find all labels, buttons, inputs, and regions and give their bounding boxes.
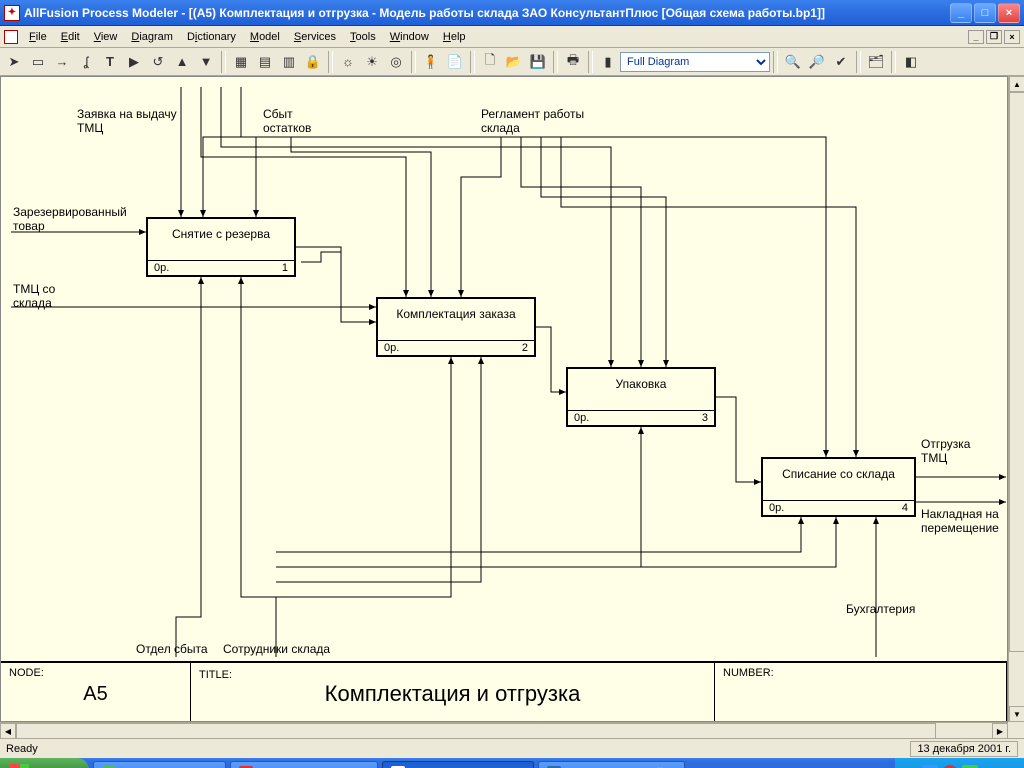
zoom-fit-icon[interactable]: 🔍 bbox=[782, 51, 804, 73]
tool-a-icon[interactable]: ▦ bbox=[230, 51, 252, 73]
label-reglament: Регламент работы склада bbox=[481, 107, 584, 135]
goto-child-icon[interactable]: ▶ bbox=[123, 51, 145, 73]
mdi-sys-icon[interactable] bbox=[4, 30, 18, 44]
mdi-minimize-button[interactable]: _ bbox=[968, 30, 984, 44]
minimize-button[interactable]: _ bbox=[950, 3, 972, 23]
report-icon[interactable]: ▮ bbox=[597, 51, 619, 73]
goto-sibling-up-icon[interactable]: ▲ bbox=[171, 51, 193, 73]
windows-flag-icon bbox=[10, 764, 30, 768]
model-explorer-icon[interactable]: 🗂 bbox=[865, 51, 887, 73]
diagram-canvas[interactable]: Заявка на выдачу ТМЦ Сбыт остатков Регла… bbox=[0, 76, 1008, 722]
open-icon[interactable]: 📂 bbox=[503, 51, 525, 73]
node-value: A5 bbox=[9, 679, 182, 706]
taskbar-item-2[interactable]: :: Online-версия Кон... bbox=[230, 761, 378, 768]
label-nakladnaya: Накладная на перемещение bbox=[921, 507, 999, 535]
label-zayavka: Заявка на выдачу ТМЦ bbox=[77, 107, 177, 135]
squiggle-tool-icon[interactable]: ʆ bbox=[75, 51, 97, 73]
menu-edit[interactable]: Edit bbox=[54, 29, 87, 45]
menu-window[interactable]: Window bbox=[383, 29, 436, 45]
taskbar-item-4[interactable]: Диплом Складской ... bbox=[538, 761, 685, 768]
title-label: TITLE: bbox=[199, 669, 232, 681]
print-icon[interactable]: 🖶 bbox=[562, 51, 584, 73]
label-reserved: Зарезервированный товар bbox=[13, 205, 127, 233]
scroll-right-icon[interactable]: ▶ bbox=[992, 723, 1008, 738]
menu-model[interactable]: Model bbox=[243, 29, 287, 45]
toolbar: ➤ ▭ → ʆ T ▶ ↺ ▲ ▼ ▦ ▤ ▥ 🔒 ☼ ☀ ◎ 🧍 📄 🗋 📂 … bbox=[0, 48, 1024, 76]
menu-tools[interactable]: Tools bbox=[343, 29, 383, 45]
menu-view[interactable]: View bbox=[87, 29, 125, 45]
goto-sibling-down-icon[interactable]: ▼ bbox=[195, 51, 217, 73]
node-label: NODE: bbox=[9, 667, 182, 679]
arrow-tool-icon[interactable]: → bbox=[51, 51, 73, 73]
taskbar: пуск Результаты поиска :: Online-версия … bbox=[0, 758, 1024, 768]
tool-b-icon[interactable]: ▤ bbox=[254, 51, 276, 73]
activity-box-2[interactable]: Комплектация заказа 0р.2 bbox=[376, 297, 536, 357]
tool-f-icon[interactable]: ◎ bbox=[385, 51, 407, 73]
system-tray: RU 21:14 bbox=[895, 758, 1024, 768]
menu-diagram[interactable]: Diagram bbox=[124, 29, 180, 45]
label-otdel: Отдел сбыта bbox=[136, 642, 208, 656]
save-icon[interactable]: 💾 bbox=[527, 51, 549, 73]
activity-name: Комплектация заказа bbox=[378, 299, 534, 321]
pointer-tool-icon[interactable]: ➤ bbox=[3, 51, 25, 73]
lock-icon[interactable]: 🔒 bbox=[302, 51, 324, 73]
scroll-up-icon[interactable]: ▲ bbox=[1009, 76, 1024, 92]
goto-parent-icon[interactable]: ↺ bbox=[147, 51, 169, 73]
menu-help[interactable]: Help bbox=[436, 29, 473, 45]
activity-name: Снятие с резерва bbox=[148, 219, 294, 241]
tool-e-icon[interactable]: ☀ bbox=[361, 51, 383, 73]
misc-icon[interactable]: ◧ bbox=[900, 51, 922, 73]
arrows-layer bbox=[1, 77, 1007, 721]
activity-box-4[interactable]: Списание со склада 0р.4 bbox=[761, 457, 916, 517]
status-ready: Ready bbox=[6, 743, 38, 755]
scroll-thumb[interactable] bbox=[1009, 92, 1024, 652]
new-icon[interactable]: 🗋 bbox=[479, 51, 501, 73]
activity-name: Списание со склада bbox=[763, 459, 914, 481]
taskbar-item-1[interactable]: Результаты поиска bbox=[93, 761, 226, 768]
spellcheck-icon[interactable]: ✔ bbox=[830, 51, 852, 73]
text-tool-icon[interactable]: T bbox=[99, 51, 121, 73]
number-label: NUMBER: bbox=[723, 667, 998, 679]
start-button[interactable]: пуск bbox=[0, 758, 89, 768]
menu-services[interactable]: Services bbox=[287, 29, 343, 45]
label-otgruzka: Отгрузка ТМЦ bbox=[921, 437, 970, 465]
horizontal-scrollbar[interactable]: ◀ ▶ bbox=[0, 722, 1008, 738]
menu-dictionary[interactable]: Dictionary bbox=[180, 29, 243, 45]
status-date: 13 декабря 2001 г. bbox=[910, 741, 1018, 757]
scroll-thumb[interactable] bbox=[16, 723, 936, 738]
title-value: Комплектация и отгрузка bbox=[199, 681, 706, 707]
tool-h-icon[interactable]: 📄 bbox=[444, 51, 466, 73]
status-bar: Ready 13 декабря 2001 г. bbox=[0, 738, 1024, 758]
label-tmc: ТМЦ со склада bbox=[13, 282, 55, 310]
label-sbyt: Сбыт остатков bbox=[263, 107, 311, 135]
menu-bar: File Edit View Diagram Dictionary Model … bbox=[0, 26, 1024, 48]
vertical-scrollbar[interactable]: ▲ ▼ bbox=[1008, 76, 1024, 722]
window-titlebar: ✦ AllFusion Process Modeler - [(А5) Комп… bbox=[0, 0, 1024, 26]
diagram-info-strip: NODE: A5 TITLE: Комплектация и отгрузка … bbox=[1, 661, 1007, 721]
menu-file[interactable]: File bbox=[22, 29, 54, 45]
label-sotrudniki: Сотрудники склада bbox=[223, 642, 330, 656]
zoom-select[interactable]: Full Diagram bbox=[620, 52, 770, 72]
activity-box-3[interactable]: Упаковка 0р.3 bbox=[566, 367, 716, 427]
window-title: AllFusion Process Modeler - [(А5) Компле… bbox=[24, 6, 950, 20]
mdi-close-button[interactable]: × bbox=[1004, 30, 1020, 44]
mdi-restore-button[interactable]: ❐ bbox=[986, 30, 1002, 44]
app-icon: ✦ bbox=[4, 5, 20, 21]
workarea: Заявка на выдачу ТМЦ Сбыт остатков Регла… bbox=[0, 76, 1024, 738]
maximize-button[interactable]: □ bbox=[974, 3, 996, 23]
scroll-corner bbox=[1008, 722, 1024, 738]
scroll-down-icon[interactable]: ▼ bbox=[1009, 706, 1024, 722]
activity-name: Упаковка bbox=[568, 369, 714, 391]
activity-tool-icon[interactable]: ▭ bbox=[27, 51, 49, 73]
tool-c-icon[interactable]: ▥ bbox=[278, 51, 300, 73]
scroll-left-icon[interactable]: ◀ bbox=[0, 723, 16, 738]
label-buh: Бухгалтерия bbox=[846, 602, 915, 616]
tool-d-icon[interactable]: ☼ bbox=[337, 51, 359, 73]
tool-g-icon[interactable]: 🧍 bbox=[420, 51, 442, 73]
zoom-in-icon[interactable]: 🔎 bbox=[806, 51, 828, 73]
start-label: пуск bbox=[35, 764, 71, 768]
activity-box-1[interactable]: Снятие с резерва 0р.1 bbox=[146, 217, 296, 277]
close-button[interactable]: × bbox=[998, 3, 1020, 23]
taskbar-item-3[interactable]: AllFusion Process Mo... bbox=[382, 761, 535, 768]
